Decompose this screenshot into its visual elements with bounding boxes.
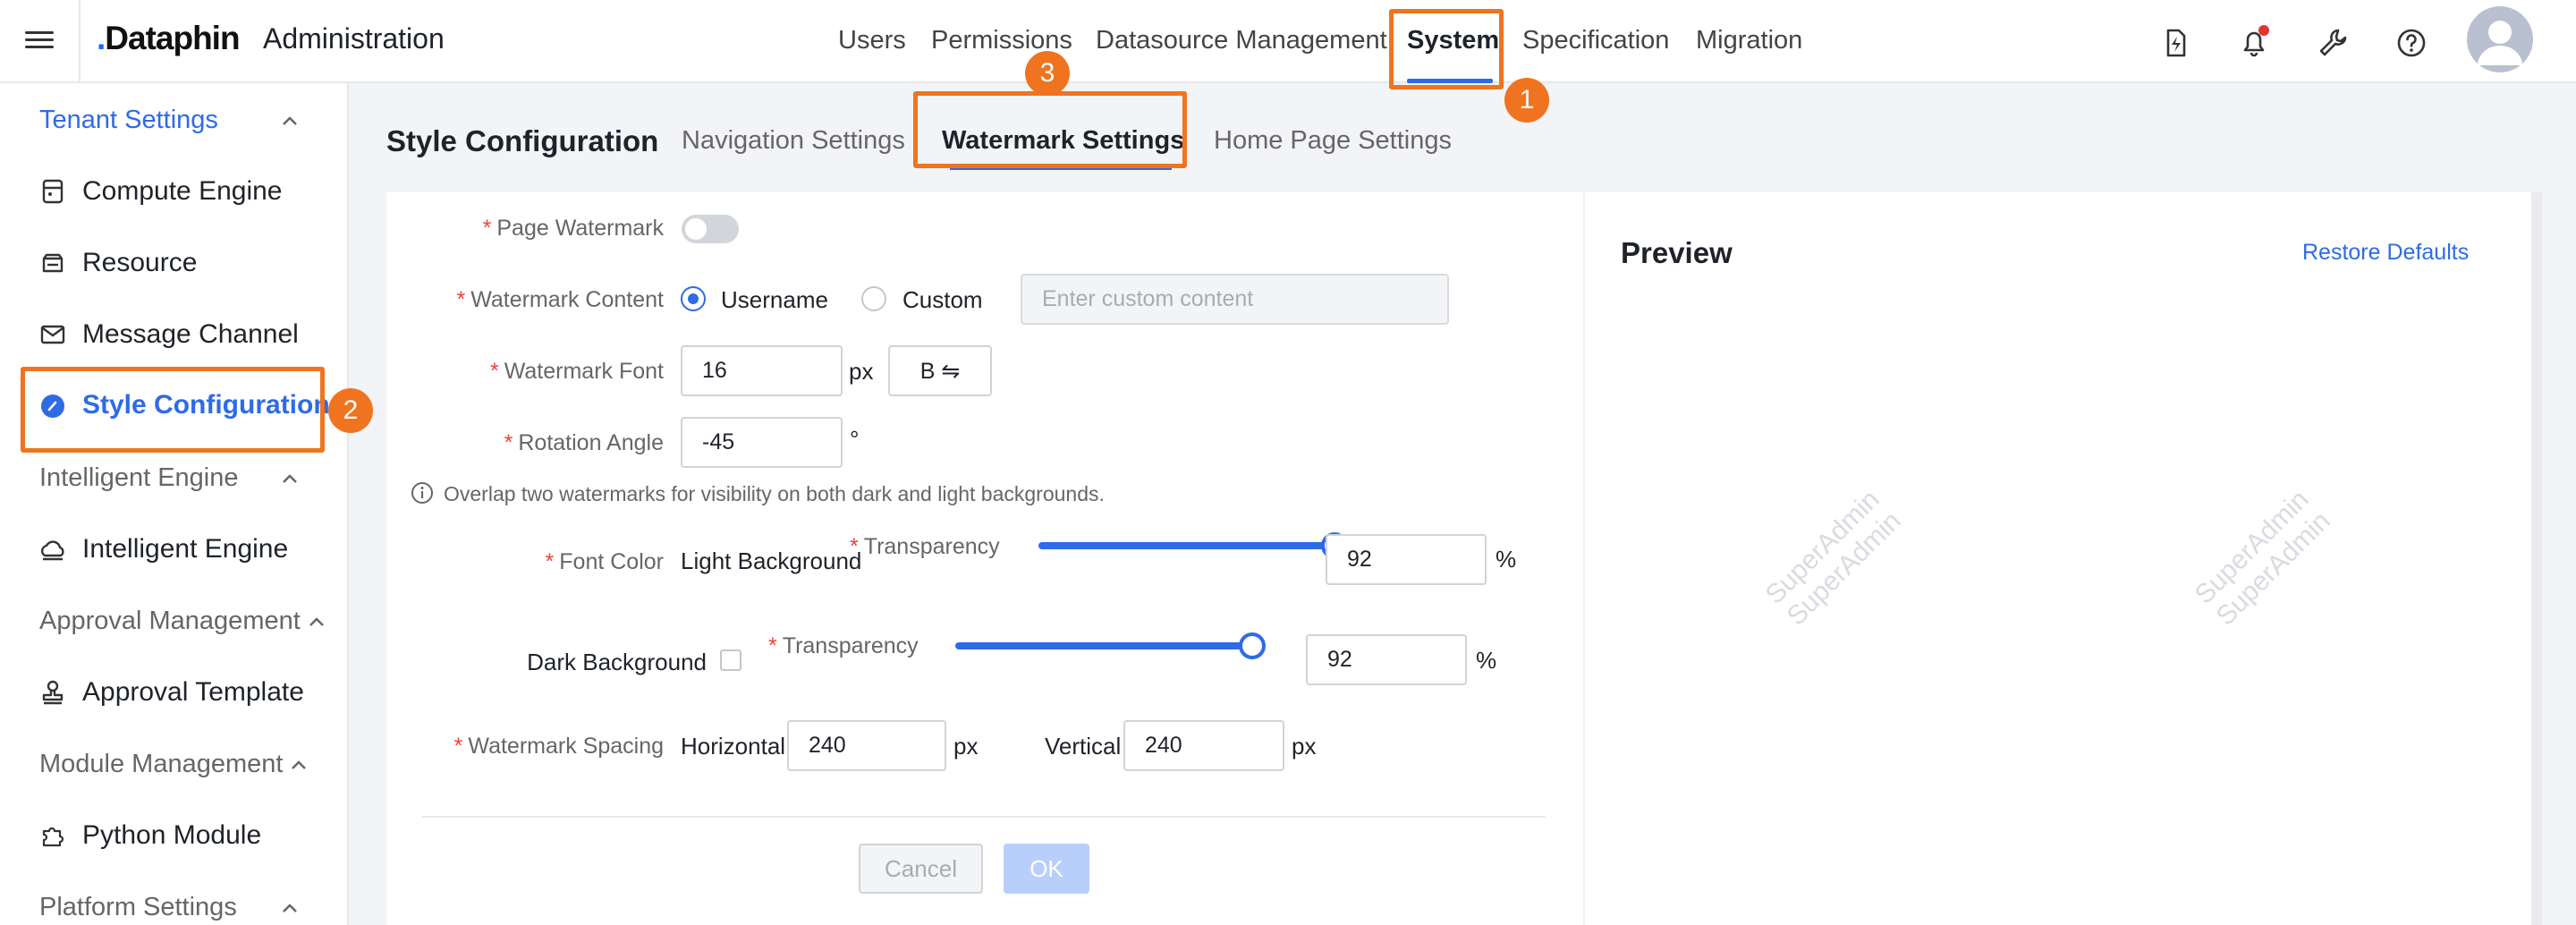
dark-background-label: Dark Background <box>527 649 707 675</box>
lightning-tag-icon[interactable] <box>2157 25 2193 61</box>
user-avatar-icon <box>2478 21 2522 65</box>
light-transparency-label: * Transparency <box>850 534 1000 559</box>
highlight-style-configuration <box>21 367 325 453</box>
nav-users[interactable]: Users <box>838 26 906 55</box>
dark-transparency-slider[interactable] <box>955 642 1256 649</box>
wrench-icon[interactable] <box>2315 25 2351 61</box>
chevron-up-icon[interactable] <box>306 612 327 633</box>
sidebar-item-approval-template[interactable]: Approval Template <box>82 677 304 708</box>
header-divider <box>79 0 80 83</box>
dark-transparency-percent: % <box>1476 647 1497 674</box>
custom-content-input[interactable]: Enter custom content <box>1021 274 1449 325</box>
rotation-angle-label: * Rotation Angle <box>504 430 664 455</box>
light-transparency-slider[interactable] <box>1038 542 1334 549</box>
font-style-button[interactable]: B ⇋ <box>888 345 992 396</box>
radio-username[interactable] <box>681 286 706 311</box>
cloud-chip-icon <box>40 540 64 561</box>
logo-text: Dataphin <box>105 20 240 56</box>
page-watermark-toggle[interactable] <box>682 215 739 243</box>
restore-defaults-link[interactable]: Restore Defaults <box>2302 240 2469 266</box>
resource-icon <box>42 253 64 273</box>
info-icon <box>411 482 433 504</box>
watermark-content-label: * Watermark Content <box>456 287 664 312</box>
rotation-angle-input[interactable]: -45 <box>681 417 843 468</box>
bell-icon[interactable] <box>2236 25 2272 61</box>
nav-migration[interactable]: Migration <box>1696 26 1802 55</box>
app-title: Administration <box>263 22 445 55</box>
puzzle-icon <box>42 827 64 847</box>
radio-username-label: Username <box>721 286 828 313</box>
menu-icon[interactable] <box>25 27 54 55</box>
sidebar-item-python-module[interactable]: Python Module <box>82 820 261 851</box>
chevron-up-icon[interactable] <box>279 898 301 920</box>
horizontal-label: Horizontal <box>681 733 786 760</box>
page-title: Style Configuration <box>386 124 659 157</box>
sidebar-group-module-management[interactable]: Module Management <box>39 750 283 779</box>
sidebar <box>0 83 349 925</box>
overlap-info-note: Overlap two watermarks for visibility on… <box>444 482 1105 505</box>
radio-custom[interactable] <box>861 286 886 311</box>
nav-datasource-management[interactable]: Datasource Management <box>1096 26 1387 55</box>
preview-title: Preview <box>1621 236 1733 269</box>
light-transparency-input[interactable]: 92 <box>1326 534 1487 585</box>
watermark-spacing-label: * Watermark Spacing <box>453 734 664 759</box>
highlight-system-nav <box>1389 9 1504 89</box>
highlight-watermark-tab <box>913 91 1187 168</box>
dark-transparency-slider-thumb[interactable] <box>1239 632 1266 659</box>
horizontal-spacing-unit: px <box>953 733 979 760</box>
chevron-up-icon[interactable] <box>288 755 309 776</box>
help-icon[interactable] <box>2394 25 2429 61</box>
sidebar-item-resource[interactable]: Resource <box>82 248 197 278</box>
preview-panel <box>1583 192 2531 925</box>
tab-navigation-settings[interactable]: Navigation Settings <box>682 126 905 156</box>
dataphin-logo[interactable]: .Dataphin <box>97 20 241 57</box>
dark-background-checkbox[interactable] <box>720 649 741 671</box>
watermark-font-label: * Watermark Font <box>489 359 664 384</box>
sidebar-group-tenant-settings[interactable]: Tenant Settings <box>39 106 218 135</box>
annotation-badge-3: 3 <box>1025 51 1070 96</box>
dark-transparency-input[interactable]: 92 <box>1306 634 1467 685</box>
sidebar-item-compute-engine[interactable]: Compute Engine <box>82 176 282 207</box>
vertical-label: Vertical <box>1045 733 1122 760</box>
stamp-icon <box>42 680 64 705</box>
sidebar-group-intelligent-engine[interactable]: Intelligent Engine <box>39 463 239 493</box>
cancel-button[interactable]: Cancel <box>859 844 983 894</box>
sidebar-group-platform-settings[interactable]: Platform Settings <box>39 893 237 922</box>
light-background-label: Light Background <box>681 547 862 574</box>
preview-scrollbar[interactable] <box>2531 192 2542 925</box>
sidebar-item-intelligent-engine[interactable]: Intelligent Engine <box>82 534 288 564</box>
envelope-icon <box>40 325 65 344</box>
font-size-unit: px <box>849 358 874 385</box>
horizontal-spacing-input[interactable]: 240 <box>787 720 946 771</box>
light-transparency-percent: % <box>1496 546 1517 573</box>
annotation-badge-2: 2 <box>328 388 373 433</box>
annotation-badge-1: 1 <box>1504 78 1549 123</box>
sidebar-group-approval-management[interactable]: Approval Management <box>39 607 301 636</box>
vertical-spacing-unit: px <box>1292 733 1317 760</box>
dark-transparency-label: * Transparency <box>768 633 919 658</box>
chevron-up-icon[interactable] <box>279 469 301 490</box>
avatar[interactable] <box>2467 6 2533 72</box>
font-color-label: * Font Color <box>545 549 664 574</box>
vertical-spacing-input[interactable]: 240 <box>1123 720 1284 771</box>
nav-specification[interactable]: Specification <box>1522 26 1669 55</box>
font-size-input[interactable]: 16 <box>681 345 843 396</box>
tab-home-page-settings[interactable]: Home Page Settings <box>1214 126 1452 156</box>
compute-engine-icon <box>42 179 64 204</box>
page-watermark-label: * Page Watermark <box>482 216 664 241</box>
radio-custom-label: Custom <box>902 286 983 313</box>
sidebar-item-message-channel[interactable]: Message Channel <box>82 319 299 350</box>
chevron-up-icon[interactable] <box>279 111 301 132</box>
ok-button[interactable]: OK <box>1004 844 1089 894</box>
form-divider <box>422 816 1546 818</box>
rotation-angle-unit: ° <box>850 426 860 453</box>
